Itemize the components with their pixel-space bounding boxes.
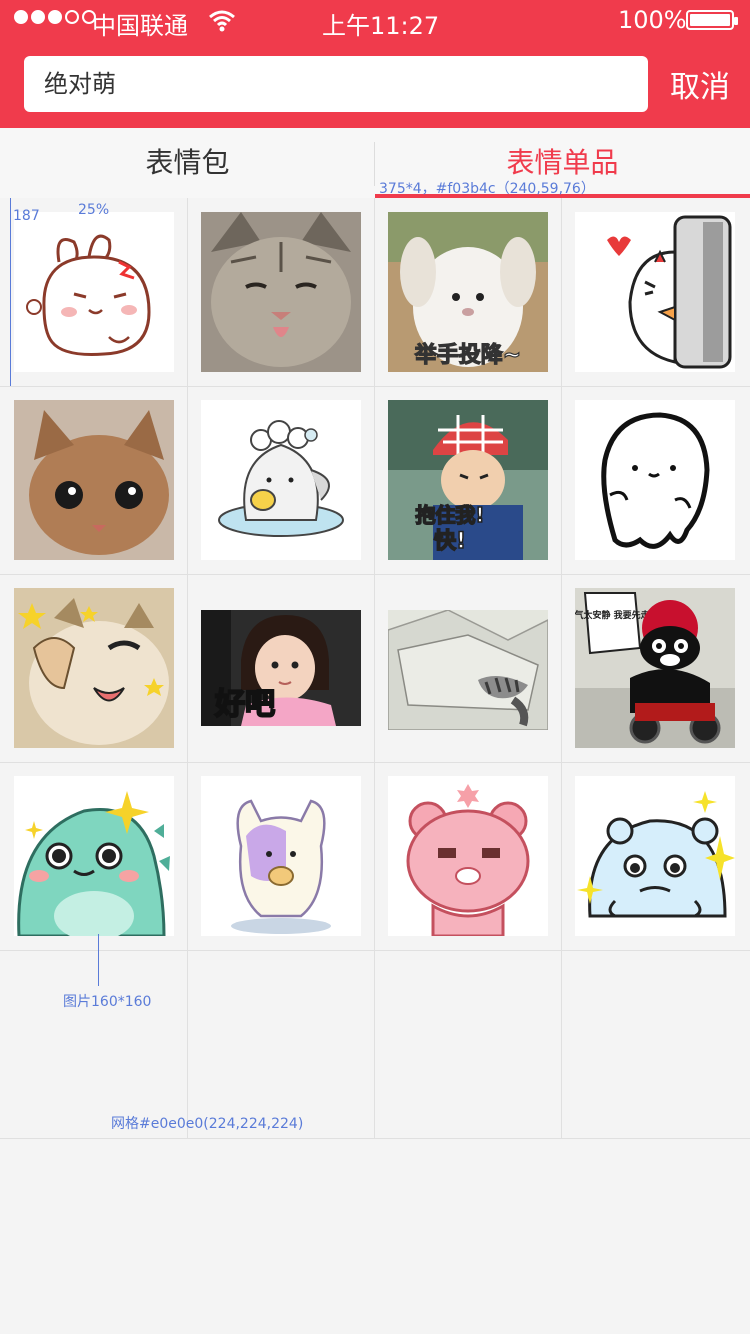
sticker-blue-bear-sweat (575, 776, 735, 936)
sticker-bunny-angry (14, 212, 174, 372)
sticker-cell[interactable] (0, 198, 187, 386)
sticker-cell[interactable]: 好吧 (187, 574, 374, 762)
sticker-cell[interactable] (187, 762, 374, 950)
status-bar: 中国联通 上午11:27 100% (0, 0, 750, 40)
image-size-annotation: 图片160*160 (63, 994, 152, 1010)
sticker-ghost-blob (575, 400, 735, 560)
sticker-kid-hug-me: 抱住我! 快! (388, 400, 548, 560)
header: 中国联通 上午11:27 100% 绝对萌 取消 (0, 0, 750, 128)
sticker-cell[interactable] (561, 386, 748, 574)
sticker-cell[interactable] (0, 762, 187, 950)
offset-annotation: 25% (78, 202, 110, 218)
tab-spec-annotation: 375*4，#f03b4c（240,59,76） (379, 181, 595, 197)
search-input[interactable]: 绝对萌 (24, 56, 648, 112)
battery-percent: 100% (618, 6, 687, 34)
sticker-purple-cat (201, 776, 361, 936)
status-time: 上午11:27 (322, 12, 440, 40)
width-guide-line (10, 198, 11, 386)
sticker-cell[interactable]: 空气太安静 我要先走了 (561, 574, 748, 762)
sticker-rabbit-surrender: 举手投降~ (388, 212, 548, 372)
sticker-kumamon-motorbike: 空气太安静 我要先走了 (575, 588, 735, 748)
sticker-sheep-bath (201, 400, 361, 560)
sticker-cell[interactable] (561, 762, 748, 950)
sticker-cell[interactable]: 抱住我! 快! (374, 386, 561, 574)
grid-line (0, 1138, 750, 1139)
sticker-grid: 举手投降~ 抱住我! 快! 好吧 气太安静 我要先走了 187 25% 图片16… (0, 198, 750, 1139)
image-size-guide-line (98, 934, 99, 986)
sticker-cell[interactable] (0, 386, 187, 574)
carrier-name: 中国联通 (92, 12, 188, 40)
caption-hug: 抱住我! (415, 503, 484, 527)
wifi-icon (209, 10, 235, 32)
sticker-cell[interactable] (0, 574, 187, 762)
tab-sticker-packs[interactable]: 表情包 (0, 128, 375, 198)
sticker-green-dino (14, 776, 174, 936)
battery-icon (686, 10, 738, 30)
grid-line (0, 950, 750, 951)
caption-surrender: 举手投降~ (414, 342, 521, 368)
sticker-girl-okay: 好吧 (201, 610, 361, 726)
cell-width-annotation: 187 (13, 208, 40, 224)
sticker-cell[interactable] (561, 198, 748, 386)
signal-strength-icon (14, 10, 96, 24)
sticker-cat-kira (14, 588, 174, 748)
sticker-cell[interactable] (374, 762, 561, 950)
sticker-cell[interactable] (187, 386, 374, 574)
sticker-cat-tongue (201, 212, 361, 372)
sticker-cat-under-paper (388, 610, 548, 730)
tab-bar: 表情包 表情单品 375*4，#f03b4c（240,59,76） (0, 128, 750, 198)
sticker-cat-wide-eyes (14, 400, 174, 560)
cancel-button[interactable]: 取消 (670, 62, 730, 106)
sticker-cell[interactable]: 举手投降~ (374, 198, 561, 386)
grid-color-annotation: 网格#e0e0e0(224,224,224) (111, 1116, 304, 1132)
sticker-pink-bear (388, 776, 548, 936)
sticker-cell[interactable] (374, 574, 561, 762)
caption-okay: 好吧 (214, 687, 275, 722)
caption-fast: 快! (434, 529, 466, 554)
sticker-cell[interactable] (187, 198, 374, 386)
sticker-bird-peek (575, 212, 735, 372)
